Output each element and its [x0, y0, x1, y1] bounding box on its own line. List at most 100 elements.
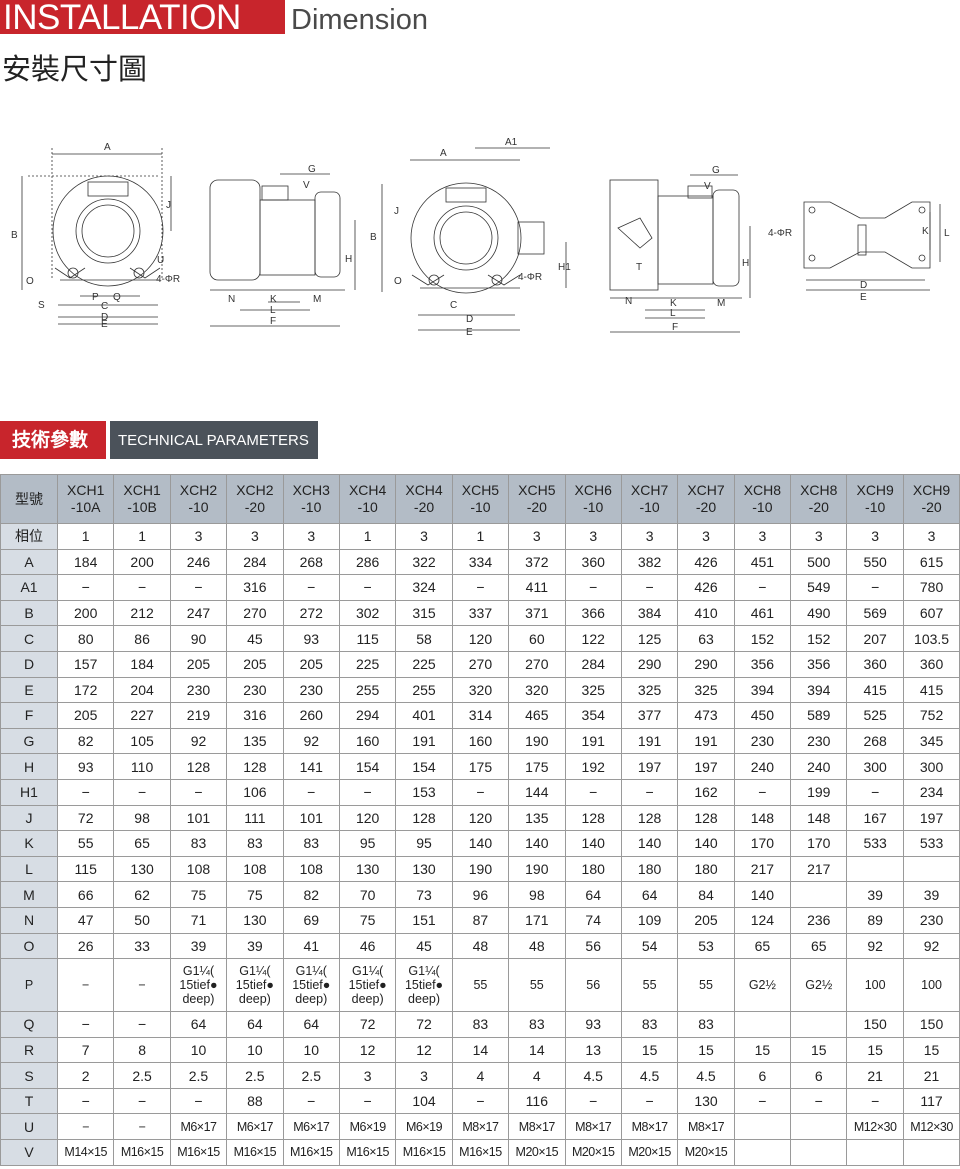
- table-cell: M8×17: [677, 1113, 735, 1141]
- model-header: XCH8 -20: [790, 474, 848, 524]
- table-cell: 300: [846, 753, 904, 780]
- drawing-side-outlet: G V T H N K L M F: [609, 165, 751, 333]
- table-row: G 82 105 92 135 92 160 191 160 190 191 191 191 230 230…: [0, 727, 960, 755]
- table-cell: 2.5: [113, 1062, 171, 1089]
- table-cell: M6×19: [395, 1113, 453, 1141]
- table-cell: 337: [451, 599, 510, 627]
- table-row: S 2 2.5 2.5 2.5 2.5 3 3 4 4 4.5 4.5 4.5 6 6 21 21: [0, 1062, 960, 1089]
- table-cell: 270: [508, 650, 566, 678]
- table-cell: 111: [226, 804, 284, 832]
- model-header-line: -10: [357, 499, 378, 515]
- table-cell: 75: [226, 881, 284, 908]
- table-cell: 93: [564, 1011, 622, 1038]
- table-cell: 74: [564, 906, 622, 934]
- table-cell: 401: [395, 702, 453, 729]
- table-cell: 14: [508, 1036, 566, 1064]
- table-cell: 415: [902, 676, 960, 704]
- table-cell: 207: [846, 625, 904, 652]
- table-cell: [790, 1011, 848, 1038]
- table-cell: 100: [902, 958, 960, 1013]
- model-header: XCH7 -20: [677, 474, 735, 524]
- dim-label: E: [101, 319, 108, 330]
- table-row: D 157 184 205 205 205 225 225 270 270 284 290 290 356…: [0, 650, 960, 678]
- table-cell: M6×17: [226, 1113, 284, 1141]
- model-header-line: XCH7: [630, 482, 669, 498]
- table-cell: −: [733, 1087, 792, 1115]
- table-cell: −: [113, 778, 171, 806]
- model-header-line: -20: [921, 499, 942, 515]
- table-cell: M20×15: [620, 1139, 679, 1166]
- table-cell: 356: [790, 650, 848, 678]
- model-header: XCH6 -10: [564, 474, 622, 524]
- table-cell: M8×17: [451, 1113, 510, 1141]
- table-cell: 4.5: [620, 1062, 679, 1089]
- table-cell: 64: [620, 881, 679, 908]
- table-cell: 72: [338, 1011, 397, 1038]
- table-cell: 130: [677, 1087, 735, 1115]
- table-cell: 225: [395, 650, 453, 678]
- row-label: S: [0, 1062, 58, 1089]
- table-cell: 105: [113, 727, 171, 755]
- table-cell: 153: [395, 778, 453, 806]
- table-cell: 3: [395, 523, 453, 550]
- table-cell: 217: [790, 855, 848, 883]
- table-cell: 135: [508, 804, 566, 832]
- table-cell: −: [169, 1087, 228, 1115]
- dim-label: H: [742, 258, 749, 269]
- table-cell: M16×15: [113, 1139, 171, 1166]
- dim-label: 4-ΦR: [518, 272, 542, 283]
- table-cell: 205: [677, 906, 735, 934]
- table-cell: [733, 1113, 792, 1141]
- table-cell: 334: [451, 548, 510, 576]
- installation-subtitle-cn: 安裝尺寸圖: [2, 52, 148, 86]
- table-cell: 120: [451, 625, 510, 652]
- dim-label: S: [38, 300, 45, 311]
- table-cell: 115: [56, 855, 115, 883]
- table-cell: 219: [169, 702, 228, 729]
- table-cell: 1: [451, 523, 510, 550]
- row-label: A1: [0, 574, 58, 601]
- table-cell: 87: [451, 906, 510, 934]
- table-cell: 80: [56, 625, 115, 652]
- model-header-line: -10: [301, 499, 322, 515]
- table-cell: 10: [169, 1036, 228, 1064]
- model-header-line: XCH5: [518, 482, 556, 498]
- dim-label: J: [394, 206, 399, 217]
- table-cell: 110: [113, 753, 171, 780]
- table-row: L 115 130 108 108 108 130 130 190 190 180 180 180 217…: [0, 855, 960, 883]
- table-row: N 47 50 71 130 69 75 151 87 171 74 109 205 124 236 89 23…: [0, 906, 960, 934]
- model-header-line: XCH9: [912, 482, 951, 498]
- table-cell: 300: [902, 753, 960, 780]
- table-cell: 199: [790, 778, 848, 806]
- table-cell: 294: [338, 702, 397, 729]
- table-cell: 72: [395, 1011, 453, 1038]
- dim-label: E: [466, 327, 473, 338]
- table-cell: 217: [733, 855, 792, 883]
- installation-drawings: A J B O S P Q C D E U 4-ΦR G V H N K L M…: [11, 137, 950, 338]
- table-cell: 12: [338, 1036, 397, 1064]
- table-cell: 171: [508, 906, 566, 934]
- drawing-front-outlet: A A1 J B H1 O C 4-ΦR D E: [370, 137, 571, 338]
- table-cell: [902, 855, 960, 883]
- table-cell: −: [169, 574, 228, 601]
- table-cell: 15: [733, 1036, 792, 1064]
- table-cell: 101: [282, 804, 340, 832]
- table-cell: 394: [733, 676, 792, 704]
- table-cell: 569: [846, 599, 904, 627]
- dim-label: O: [26, 276, 34, 287]
- dim-label: F: [270, 316, 276, 327]
- model-corner-header: 型號: [0, 474, 58, 524]
- table-cell: 3: [169, 523, 228, 550]
- table-cell: 10: [282, 1036, 340, 1064]
- table-cell: 39: [226, 932, 284, 960]
- table-cell: 382: [620, 548, 679, 576]
- table-cell: 197: [677, 753, 735, 780]
- table-cell: −: [282, 1087, 340, 1115]
- row-label: V: [0, 1139, 58, 1166]
- table-cell: 117: [902, 1087, 960, 1115]
- table-cell: 45: [226, 625, 284, 652]
- table-cell: 230: [902, 906, 960, 934]
- table-cell: 320: [508, 676, 566, 704]
- dim-label: N: [625, 296, 632, 307]
- table-cell: 247: [169, 599, 228, 627]
